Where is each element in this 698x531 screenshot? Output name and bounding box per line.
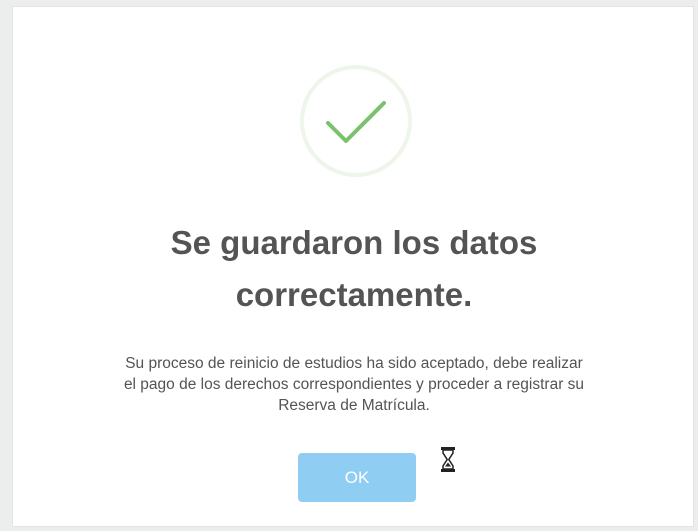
dialog-message: Su proceso de reinicio de estudios ha si…	[39, 353, 669, 416]
success-checkmark-icon	[300, 65, 412, 177]
ok-button[interactable]: OK	[298, 453, 416, 502]
dialog-title: Se guardaron los datos correctamente.	[13, 217, 695, 321]
dialog-message-line-1: Su proceso de reinicio de estudios ha si…	[125, 355, 583, 372]
dialog-title-line-1: Se guardaron los datos	[170, 224, 538, 261]
success-dialog: Se guardaron los datos correctamente. Su…	[12, 6, 694, 527]
hourglass-cursor-icon	[440, 446, 456, 473]
dialog-message-line-3: Reserva de Matrícula.	[278, 397, 430, 414]
dialog-title-line-2: correctamente.	[235, 276, 473, 313]
dialog-message-line-2: el pago de los derechos correspondientes…	[123, 376, 585, 393]
